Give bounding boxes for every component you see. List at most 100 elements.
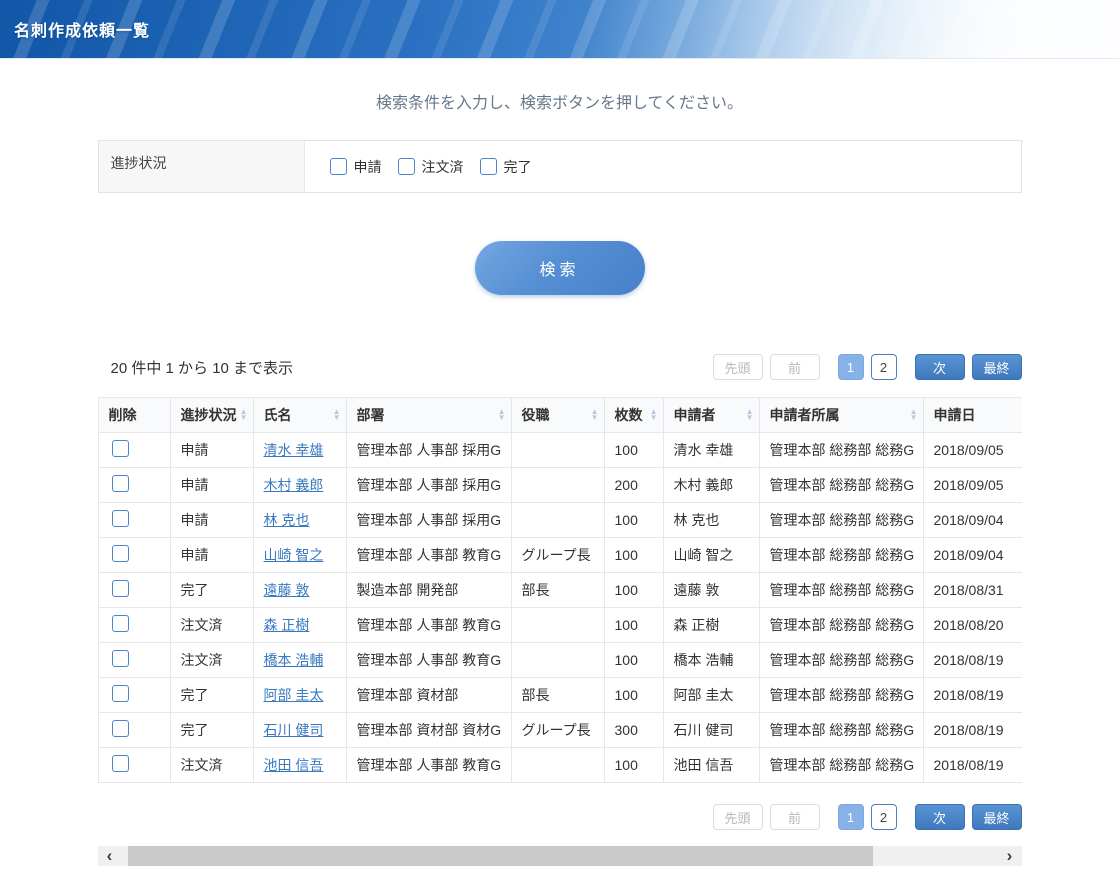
scroll-right-icon[interactable]: › <box>1000 846 1020 866</box>
filter-checkbox-item-apply[interactable]: 申請 <box>330 157 382 177</box>
pagination-bottom-row: 先頭 前 1 2 次 最終 <box>98 804 1022 830</box>
row-delete-checkbox[interactable] <box>112 510 129 527</box>
column-header-count[interactable]: 枚数▲▼ <box>604 398 663 433</box>
name-cell: 山崎 智之 <box>253 538 346 573</box>
name-link[interactable]: 林 克也 <box>264 512 310 528</box>
count-cell: 100 <box>604 503 663 538</box>
filter-checkbox-item-ordered[interactable]: 注文済 <box>398 157 464 177</box>
row-delete-checkbox[interactable] <box>112 440 129 457</box>
count-cell: 100 <box>604 433 663 468</box>
status-cell: 注文済 <box>170 643 253 678</box>
date-cell: 2018/09/04 <box>923 538 1022 573</box>
row-delete-checkbox[interactable] <box>112 615 129 632</box>
count-cell: 200 <box>604 468 663 503</box>
name-cell: 清水 幸雄 <box>253 433 346 468</box>
column-header-name[interactable]: 氏名▲▼ <box>253 398 346 433</box>
requester-cell: 林 克也 <box>663 503 759 538</box>
pagination-prev-button[interactable]: 前 <box>770 804 820 830</box>
pagination-first-button[interactable]: 先頭 <box>713 804 763 830</box>
sort-icon[interactable]: ▲▼ <box>1021 409 1022 421</box>
requester-dept-cell: 管理本部 総務部 総務G <box>759 713 923 748</box>
position-cell <box>511 433 604 468</box>
pagination-next-button[interactable]: 次 <box>915 354 965 380</box>
scrollbar-thumb[interactable] <box>128 846 873 866</box>
sort-icon[interactable]: ▲▼ <box>650 409 658 421</box>
count-cell: 100 <box>604 608 663 643</box>
name-link[interactable]: 清水 幸雄 <box>264 442 324 458</box>
checkbox-icon[interactable] <box>330 158 347 175</box>
table-row: 申請 木村 義郎 管理本部 人事部 採用G 200 木村 義郎 管理本部 総務部… <box>98 468 1022 503</box>
checkbox-icon[interactable] <box>480 158 497 175</box>
status-cell: 完了 <box>170 713 253 748</box>
name-link[interactable]: 木村 義郎 <box>264 477 324 493</box>
requester-dept-cell: 管理本部 総務部 総務G <box>759 538 923 573</box>
results-row: 20 件中 1 から 10 まで表示 先頭 前 1 2 次 最終 <box>98 354 1022 380</box>
requester-dept-cell: 管理本部 総務部 総務G <box>759 573 923 608</box>
column-header-status[interactable]: 進捗状況▲▼ <box>170 398 253 433</box>
name-link[interactable]: 池田 信吾 <box>264 757 324 773</box>
column-header-requester-dept[interactable]: 申請者所属 ▲▼ <box>759 398 923 433</box>
requester-dept-cell: 管理本部 総務部 総務G <box>759 678 923 713</box>
count-cell: 100 <box>604 643 663 678</box>
sort-icon[interactable]: ▲▼ <box>910 409 918 421</box>
filter-box: 進捗状況 申請 注文済 完了 <box>98 140 1022 193</box>
column-header-department[interactable]: 部署▲▼ <box>346 398 511 433</box>
sort-icon[interactable]: ▲▼ <box>498 409 506 421</box>
row-delete-checkbox[interactable] <box>112 685 129 702</box>
pagination-next-button[interactable]: 次 <box>915 804 965 830</box>
scroll-left-icon[interactable]: ‹ <box>100 846 120 866</box>
row-delete-checkbox[interactable] <box>112 720 129 737</box>
delete-cell <box>98 503 170 538</box>
pagination-page-1-button[interactable]: 1 <box>838 354 864 380</box>
table-body: 申請 清水 幸雄 管理本部 人事部 採用G 100 清水 幸雄 管理本部 総務部… <box>98 433 1022 783</box>
page-title: 名刺作成依頼一覧 <box>14 17 150 41</box>
row-delete-checkbox[interactable] <box>112 755 129 772</box>
status-cell: 注文済 <box>170 748 253 783</box>
name-link[interactable]: 森 正樹 <box>264 617 310 633</box>
department-cell: 製造本部 開発部 <box>346 573 511 608</box>
column-header-requester[interactable]: 申請者▲▼ <box>663 398 759 433</box>
department-cell: 管理本部 人事部 教育G <box>346 748 511 783</box>
column-label: 申請者所属 <box>770 407 840 423</box>
delete-cell <box>98 573 170 608</box>
app-header: 名刺作成依頼一覧 <box>0 0 1119 59</box>
column-header-position[interactable]: 役職▲▼ <box>511 398 604 433</box>
sort-icon[interactable]: ▲▼ <box>591 409 599 421</box>
column-header-date[interactable]: 申請日▲▼ <box>923 398 1022 433</box>
requester-cell: 阿部 圭太 <box>663 678 759 713</box>
pagination-page-2-button[interactable]: 2 <box>871 804 897 830</box>
row-delete-checkbox[interactable] <box>112 545 129 562</box>
search-button[interactable]: 検索 <box>475 241 645 295</box>
pagination-last-button[interactable]: 最終 <box>972 354 1022 380</box>
department-cell: 管理本部 人事部 採用G <box>346 468 511 503</box>
filter-checkbox-item-done[interactable]: 完了 <box>480 157 532 177</box>
position-cell: グループ長 <box>511 713 604 748</box>
status-cell: 完了 <box>170 678 253 713</box>
sort-icon[interactable]: ▲▼ <box>746 409 754 421</box>
sort-icon[interactable]: ▲▼ <box>333 409 341 421</box>
name-link[interactable]: 遠藤 敦 <box>264 582 310 598</box>
filter-label: 進捗状況 <box>99 141 305 192</box>
pagination-last-button[interactable]: 最終 <box>972 804 1022 830</box>
column-header-delete: 削除 <box>98 398 170 433</box>
date-cell: 2018/09/05 <box>923 433 1022 468</box>
name-link[interactable]: 石川 健司 <box>264 722 324 738</box>
name-link[interactable]: 山崎 智之 <box>264 547 324 563</box>
row-delete-checkbox[interactable] <box>112 650 129 667</box>
row-delete-checkbox[interactable] <box>112 580 129 597</box>
pagination-page-2-button[interactable]: 2 <box>871 354 897 380</box>
pagination-page-1-button[interactable]: 1 <box>838 804 864 830</box>
requester-dept-cell: 管理本部 総務部 総務G <box>759 468 923 503</box>
table-header-row: 削除 進捗状況▲▼ 氏名▲▼ 部署▲▼ 役職▲▼ 枚数▲▼ 申請者▲▼ 申請者所… <box>98 398 1022 433</box>
status-cell: 完了 <box>170 573 253 608</box>
row-delete-checkbox[interactable] <box>112 475 129 492</box>
delete-cell <box>98 643 170 678</box>
pagination-first-button[interactable]: 先頭 <box>713 354 763 380</box>
name-link[interactable]: 阿部 圭太 <box>264 687 324 703</box>
sort-icon[interactable]: ▲▼ <box>240 409 248 421</box>
horizontal-scrollbar[interactable]: ‹ › <box>98 846 1022 866</box>
name-link[interactable]: 橋本 浩輔 <box>264 652 324 668</box>
checkbox-icon[interactable] <box>398 158 415 175</box>
pagination-prev-button[interactable]: 前 <box>770 354 820 380</box>
date-cell: 2018/08/20 <box>923 608 1022 643</box>
